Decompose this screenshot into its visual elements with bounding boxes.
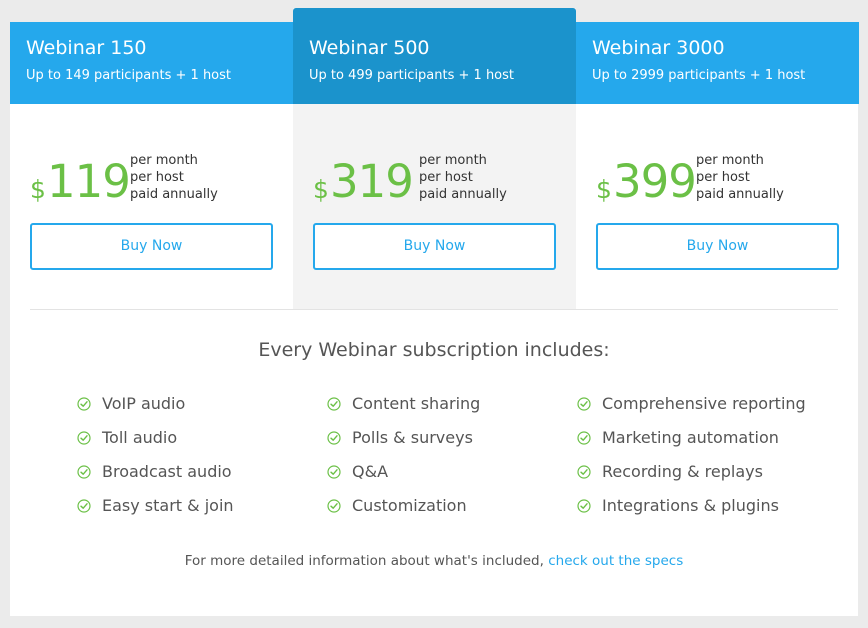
feature-label: VoIP audio xyxy=(102,394,186,413)
feature-label: Integrations & plugins xyxy=(602,496,779,515)
feature-label: Content sharing xyxy=(352,394,481,413)
plan-card-webinar-150: Webinar 150 Up to 149 participants + 1 h… xyxy=(10,22,293,309)
section-divider xyxy=(30,309,838,310)
includes-title: Every Webinar subscription includes: xyxy=(258,339,610,361)
term-line: per host xyxy=(419,170,473,185)
feature-label: Broadcast audio xyxy=(102,462,232,481)
check-circle-icon xyxy=(577,465,591,479)
price-terms: per month per host paid annually xyxy=(130,152,218,203)
plan-header: Webinar 500 Up to 499 participants + 1 h… xyxy=(293,8,576,104)
term-line: paid annually xyxy=(696,187,784,202)
plan-name: Webinar 150 xyxy=(26,37,147,59)
check-circle-icon xyxy=(327,499,341,513)
feature-label: Q&A xyxy=(352,462,389,481)
feature-label: Customization xyxy=(352,496,467,515)
check-circle-icon xyxy=(77,465,91,479)
buy-now-button[interactable]: Buy Now xyxy=(596,223,839,270)
plan-card-webinar-500: Webinar 500 Up to 499 participants + 1 h… xyxy=(293,8,576,309)
plan-name: Webinar 3000 xyxy=(592,37,725,59)
plan-name: Webinar 500 xyxy=(309,37,430,59)
footer-text: For more detailed information about what… xyxy=(184,553,544,569)
price-amount: 399 xyxy=(613,155,697,208)
term-line: paid annually xyxy=(130,187,218,202)
price-terms: per month per host paid annually xyxy=(419,152,507,203)
buy-now-button[interactable]: Buy Now xyxy=(313,223,556,270)
term-line: per host xyxy=(130,170,184,185)
check-circle-icon xyxy=(327,465,341,479)
plan-card-webinar-3000: Webinar 3000 Up to 2999 participants + 1… xyxy=(576,22,859,309)
feature-label: Recording & replays xyxy=(602,462,763,481)
term-line: per host xyxy=(696,170,750,185)
specs-footer: For more detailed information about what… xyxy=(10,553,858,569)
check-circle-icon xyxy=(577,397,591,411)
check-circle-icon xyxy=(327,431,341,445)
buy-now-button[interactable]: Buy Now xyxy=(30,223,273,270)
pricing-section: Webinar 150 Up to 149 participants + 1 h… xyxy=(10,8,859,616)
feature-label: Marketing automation xyxy=(602,428,779,447)
plan-header: Webinar 3000 Up to 2999 participants + 1… xyxy=(576,22,859,104)
plan-participants: Up to 499 participants + 1 host xyxy=(309,68,515,83)
price-amount: 119 xyxy=(47,155,131,208)
check-circle-icon xyxy=(327,397,341,411)
feature-label: Toll audio xyxy=(102,428,178,447)
feature-label: Easy start & join xyxy=(102,496,234,515)
check-circle-icon xyxy=(77,499,91,513)
currency-symbol: $ xyxy=(313,175,329,204)
currency-symbol: $ xyxy=(30,175,46,204)
check-circle-icon xyxy=(77,431,91,445)
term-line: per month xyxy=(419,153,487,168)
feature-label: Comprehensive reporting xyxy=(602,394,806,413)
price-amount: 319 xyxy=(330,155,414,208)
check-circle-icon xyxy=(577,499,591,513)
currency-symbol: $ xyxy=(596,175,612,204)
price-terms: per month per host paid annually xyxy=(696,152,784,203)
plan-participants: Up to 149 participants + 1 host xyxy=(26,68,232,83)
feature-label: Polls & surveys xyxy=(352,428,473,447)
plan-participants: Up to 2999 participants + 1 host xyxy=(592,68,806,83)
check-circle-icon xyxy=(77,397,91,411)
check-circle-icon xyxy=(577,431,591,445)
plan-header: Webinar 150 Up to 149 participants + 1 h… xyxy=(10,22,293,104)
term-line: per month xyxy=(130,153,198,168)
term-line: paid annually xyxy=(419,187,507,202)
specs-link[interactable]: check out the specs xyxy=(548,553,683,569)
term-line: per month xyxy=(696,153,764,168)
